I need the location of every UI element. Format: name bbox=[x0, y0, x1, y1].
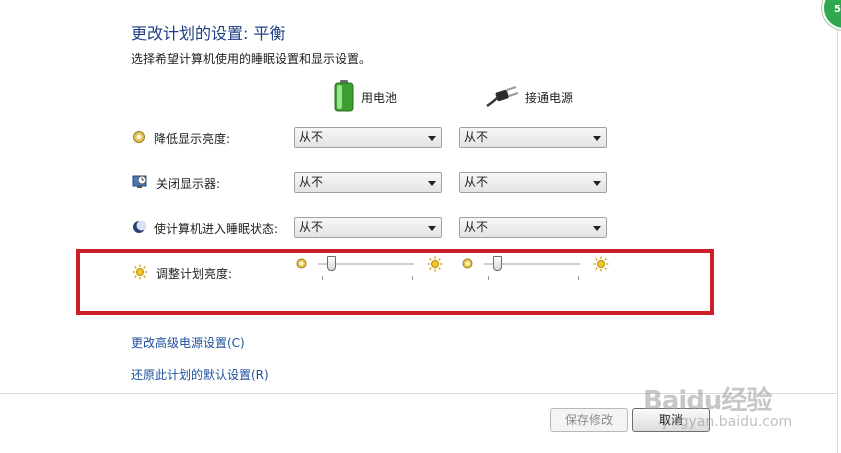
turn-off-display-battery-dropdown[interactable]: 从不 bbox=[294, 172, 442, 193]
row-label-text: 降低显示亮度: bbox=[154, 131, 231, 146]
slider-tick bbox=[322, 276, 323, 280]
brightness-battery-slider[interactable] bbox=[296, 256, 446, 282]
page-title: 更改计划的设置: 平衡 bbox=[131, 24, 286, 43]
chevron-down-icon bbox=[593, 136, 601, 141]
chevron-down-icon bbox=[428, 226, 436, 231]
sun-icon bbox=[132, 264, 148, 283]
turn-off-display-plugged-dropdown[interactable]: 从不 bbox=[459, 172, 607, 193]
column-header-battery: 用电池 bbox=[333, 79, 398, 115]
watermark: Baidu经验 jingyan.baidu.com bbox=[643, 380, 833, 436]
bright-brightness-icon bbox=[427, 256, 443, 275]
dim-display-plugged-dropdown[interactable]: 从不 bbox=[459, 127, 607, 148]
save-changes-button[interactable]: 保存修改 bbox=[550, 408, 628, 432]
brightness-plugged-slider[interactable] bbox=[462, 256, 612, 282]
chevron-down-icon bbox=[428, 136, 436, 141]
row-sleep: 使计算机进入睡眠状态: bbox=[132, 218, 278, 238]
column-header-plugged: 接通电源 bbox=[485, 80, 573, 114]
slider-tick bbox=[412, 276, 413, 280]
row-label-text: 关闭显示器: bbox=[156, 176, 221, 191]
slider-tick bbox=[488, 276, 489, 280]
watermark-brand: Baidu经验 bbox=[643, 386, 772, 416]
chevron-down-icon bbox=[593, 181, 601, 186]
battery-icon bbox=[333, 79, 355, 115]
advanced-settings-link[interactable]: 更改高级电源设置(C) bbox=[131, 334, 245, 351]
slider-tick bbox=[578, 276, 579, 280]
column-label-plugged: 接通电源 bbox=[525, 90, 574, 105]
column-label-battery: 用电池 bbox=[361, 90, 398, 105]
row-brightness: 调整计划亮度: bbox=[132, 263, 232, 283]
chevron-down-icon bbox=[593, 226, 601, 231]
slider-thumb[interactable] bbox=[327, 256, 337, 271]
window-right-border bbox=[837, 0, 838, 453]
sleep-moon-icon bbox=[132, 220, 147, 237]
dim-display-icon bbox=[132, 130, 146, 147]
dim-brightness-icon bbox=[462, 258, 473, 272]
row-label-text: 调整计划亮度: bbox=[156, 266, 233, 281]
row-dim-display: 降低显示亮度: bbox=[132, 128, 230, 148]
sleep-plugged-dropdown[interactable]: 从不 bbox=[459, 217, 607, 238]
watermark-site: jingyan.baidu.com bbox=[663, 414, 793, 430]
slider-thumb[interactable] bbox=[493, 256, 503, 271]
chevron-down-icon bbox=[428, 181, 436, 186]
sleep-battery-dropdown[interactable]: 从不 bbox=[294, 217, 442, 238]
power-plug-icon bbox=[485, 84, 519, 111]
corner-badge: 5 bbox=[822, 0, 841, 30]
page-subtitle: 选择希望计算机使用的睡眠设置和显示设置。 bbox=[131, 52, 372, 66]
row-label-text: 使计算机进入睡眠状态: bbox=[154, 221, 279, 236]
row-turn-off-display: 关闭显示器: bbox=[132, 173, 220, 193]
monitor-clock-icon bbox=[132, 174, 148, 192]
dim-display-battery-dropdown[interactable]: 从不 bbox=[294, 127, 442, 148]
restore-defaults-link[interactable]: 还原此计划的默认设置(R) bbox=[131, 366, 269, 383]
dim-brightness-icon bbox=[296, 258, 307, 272]
bright-brightness-icon bbox=[593, 256, 609, 275]
